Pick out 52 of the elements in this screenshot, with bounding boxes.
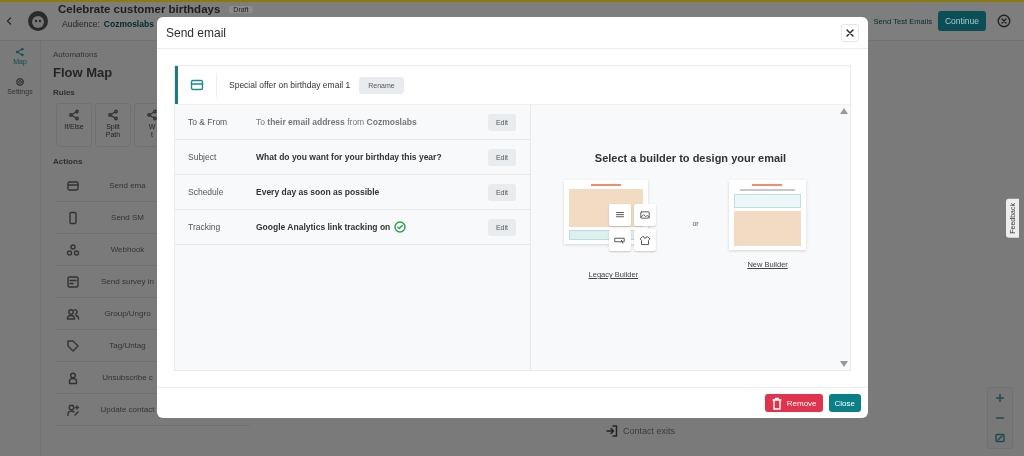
- scroll-up-icon: [840, 108, 848, 114]
- person-edit-icon: [66, 402, 80, 417]
- product-block-icon: [638, 234, 653, 246]
- image-block-icon: [638, 209, 653, 221]
- envelope-icon: [66, 178, 80, 193]
- photo-placeholder: [733, 211, 801, 246]
- audience-label: Audience:: [62, 19, 100, 29]
- remove-button[interactable]: Remove: [764, 394, 823, 412]
- heading-line: [591, 184, 622, 186]
- branch-icon: [146, 109, 158, 121]
- exit-icon: [605, 424, 619, 438]
- tag-icon: [66, 338, 80, 353]
- setting-value: To their email address from Cozmoslabs: [256, 117, 417, 127]
- automation-title: Celebrate customer birthdays: [58, 3, 221, 15]
- breadcrumb: Automations: [53, 50, 99, 59]
- panel-title: Flow Map: [53, 65, 114, 80]
- toolbar-line: [739, 189, 795, 191]
- setting-label: Schedule: [188, 187, 225, 197]
- close-icon: [845, 27, 855, 38]
- survey-icon: [66, 274, 80, 289]
- gear-icon: [15, 77, 25, 87]
- close-circle-icon: [997, 14, 1011, 28]
- exit-label: Contact exits: [623, 426, 676, 436]
- branch-icon: [68, 109, 80, 121]
- setting-label: Subject: [188, 152, 218, 162]
- branch-icon: [107, 109, 119, 121]
- setting-value: Every day as soon as possible: [256, 187, 380, 197]
- branch-icon: [15, 47, 25, 57]
- zoom-in-icon: [995, 393, 1005, 403]
- email-name: Special offer on birthday email 1: [229, 80, 351, 90]
- setting-value: What do you want for your birthday this year?: [256, 152, 442, 162]
- people-icon: [66, 306, 80, 321]
- dialog-title: Send email: [166, 25, 227, 40]
- scroll-down-icon: [840, 361, 848, 367]
- builder-heading: Select a builder to design your email: [594, 152, 787, 164]
- setting-value: Google Analytics link tracking on: [256, 222, 391, 232]
- close-button[interactable]: [841, 23, 859, 42]
- envelope-icon: [190, 78, 204, 92]
- trash-icon: [770, 396, 783, 410]
- section-heading: Rules: [53, 88, 75, 97]
- section-heading: Actions: [53, 157, 83, 166]
- heading-line: [752, 184, 783, 186]
- setting-label: To & From: [188, 117, 229, 127]
- person-icon: [66, 370, 80, 385]
- continue-button[interactable]: Continue: [937, 11, 986, 31]
- webhook-icon: [66, 242, 80, 257]
- phone-icon: [66, 210, 80, 225]
- close-button[interactable]: Close: [828, 394, 861, 412]
- fit-screen-icon: [995, 433, 1005, 443]
- setting-label: Tracking: [188, 222, 222, 232]
- audience-link[interactable]: Cozmoslabs: [103, 19, 154, 29]
- headline-banner: [733, 194, 801, 208]
